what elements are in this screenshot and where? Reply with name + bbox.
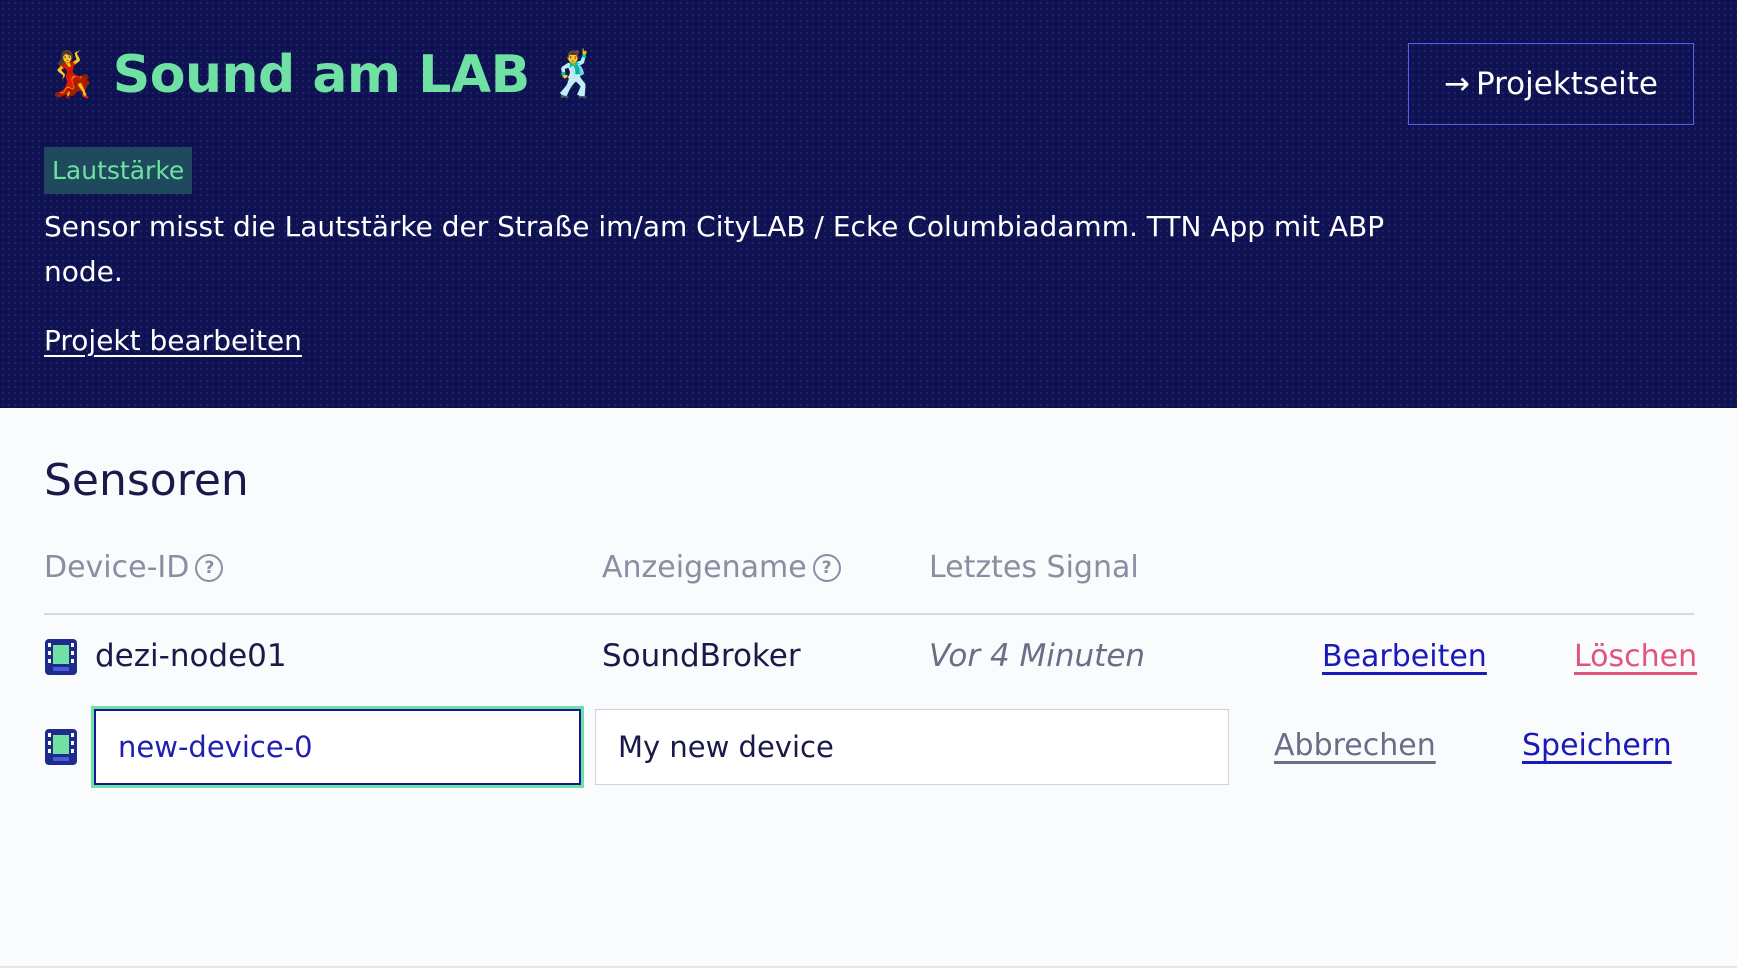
project-page-label: Projektseite — [1475, 66, 1659, 102]
device-icon — [45, 639, 77, 675]
page-title: Sound am LAB — [112, 45, 530, 105]
new-device-name-input[interactable] — [595, 709, 1229, 785]
edit-project-link[interactable]: Projekt bearbeiten — [44, 324, 302, 357]
table-divider — [44, 613, 1694, 615]
edit-sensor-link[interactable]: Bearbeiten — [1322, 639, 1487, 674]
dancer-man-icon: 🕺 — [547, 49, 603, 100]
display-name-header-label: Anzeigename — [602, 550, 807, 585]
project-page-button[interactable]: → Projektseite — [1408, 43, 1694, 125]
project-description: Sensor misst die Lautstärke der Straße i… — [44, 210, 1385, 288]
delete-sensor-link[interactable]: Löschen — [1574, 639, 1697, 674]
column-header-device-id: Device-ID ? — [44, 550, 224, 585]
save-link[interactable]: Speichern — [1522, 728, 1672, 763]
question-circle-icon[interactable]: ? — [812, 553, 841, 582]
device-icon — [45, 729, 77, 765]
last-signal-header-label: Letztes Signal — [929, 550, 1139, 585]
question-circle-icon[interactable]: ? — [195, 553, 224, 582]
column-header-last-signal: Letztes Signal — [929, 550, 1139, 585]
display-name-cell: SoundBroker — [602, 638, 801, 674]
category-tag: Lautstärke — [44, 147, 193, 194]
sensors-heading: Sensoren — [44, 455, 249, 506]
dancer-woman-icon: 💃 — [44, 49, 99, 100]
title-row: 💃 Sound am LAB 🕺 — [44, 44, 603, 106]
column-header-display-name: Anzeigename ? — [602, 550, 841, 585]
device-id-header-label: Device-ID — [44, 550, 190, 585]
arrow-right-icon: → — [1443, 66, 1470, 102]
project-header: 💃 Sound am LAB 🕺 → Projektseite Lautstär… — [0, 0, 1737, 408]
last-signal-cell: Vor 4 Minuten — [929, 638, 1146, 674]
device-id-cell: dezi-node01 — [95, 638, 287, 674]
cancel-link[interactable]: Abbrechen — [1274, 728, 1436, 763]
new-device-id-input[interactable] — [94, 709, 581, 785]
